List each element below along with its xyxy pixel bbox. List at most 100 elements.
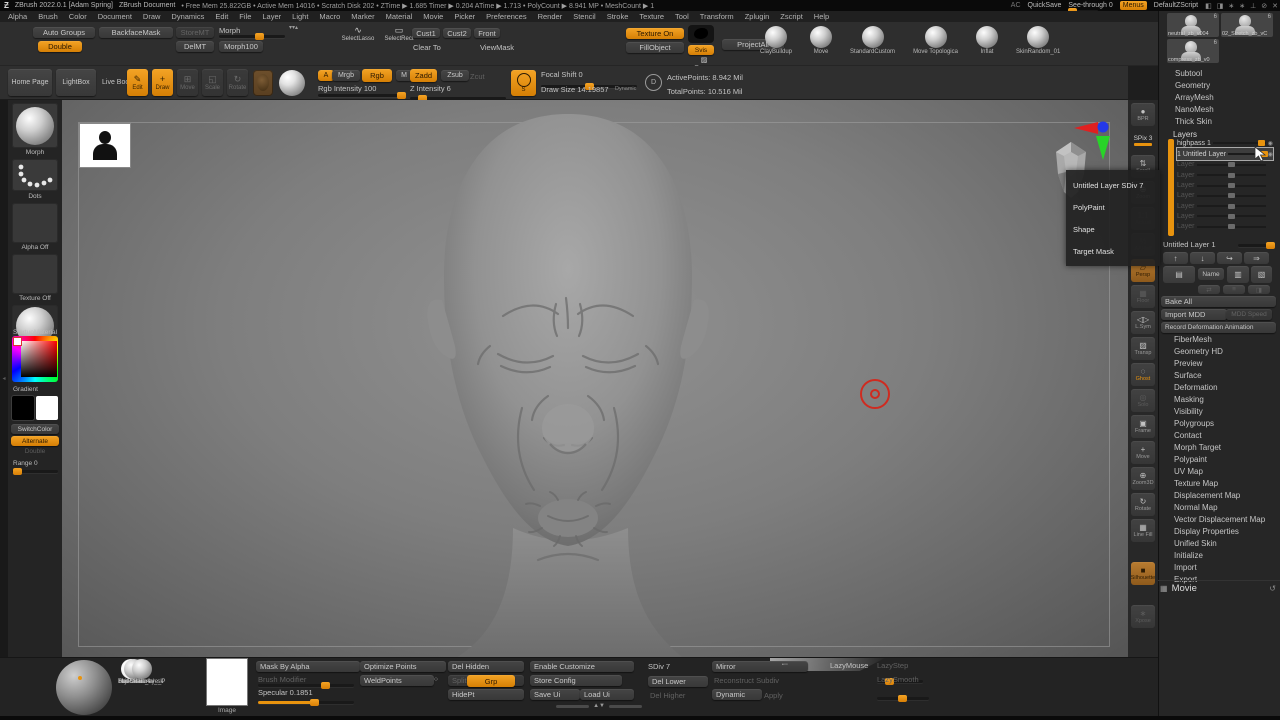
optimize-points-button[interactable]: Optimize Points bbox=[360, 661, 446, 672]
apply-button[interactable]: Apply bbox=[764, 691, 783, 700]
menu-item[interactable]: Movie bbox=[423, 12, 443, 21]
menu-item[interactable]: Dynamics bbox=[171, 12, 204, 21]
layer-intensity-slider[interactable] bbox=[1197, 226, 1266, 228]
del-hidden-button[interactable]: Del Hidden bbox=[448, 661, 524, 672]
enable-customize-button[interactable]: Enable Customize bbox=[530, 661, 634, 672]
morph-mini-toggles[interactable]: ▾▾▴ bbox=[289, 24, 298, 31]
switch-color-button[interactable]: SwitchColor bbox=[11, 424, 59, 434]
right-shelf-button[interactable]: ▣ Frame bbox=[1131, 415, 1155, 438]
morph-slider[interactable] bbox=[219, 35, 285, 38]
tray-divider-handle[interactable]: ▲▼ bbox=[556, 703, 642, 709]
window-icon[interactable]: ∗ bbox=[1239, 2, 1245, 10]
brush-thumbnail[interactable]: SkinRandom_01 bbox=[1016, 26, 1060, 55]
clear-to-button[interactable]: Clear To bbox=[413, 43, 441, 52]
palette-section[interactable]: Unified Skin bbox=[1158, 538, 1280, 550]
layer-tool-button[interactable]: ⇒ bbox=[1244, 252, 1269, 264]
menu-item[interactable]: Material bbox=[386, 12, 413, 21]
grp-button[interactable]: Grp bbox=[467, 675, 515, 687]
quicksave-button[interactable]: QuickSave bbox=[1028, 2, 1062, 9]
morph100-button[interactable]: Morph100 bbox=[219, 41, 263, 52]
palette-section[interactable]: Visibility bbox=[1158, 406, 1280, 418]
dynamic-mode-icon[interactable]: D bbox=[645, 74, 662, 91]
layer-intensity-slider[interactable] bbox=[1213, 142, 1266, 144]
right-shelf-button[interactable]: ↻ Rotate bbox=[1131, 493, 1155, 516]
bake-all-button[interactable]: Bake All bbox=[1161, 296, 1276, 307]
palette-section[interactable]: Displacement Map bbox=[1158, 490, 1280, 502]
del-higher-button[interactable]: Del Higher bbox=[650, 691, 685, 700]
view-mask-button[interactable]: ViewMask bbox=[480, 43, 514, 52]
gradient-toggle[interactable]: Gradient bbox=[8, 386, 62, 393]
window-icon[interactable]: ◧ bbox=[1205, 2, 1212, 10]
right-shelf-button[interactable]: ▨ Transp bbox=[1131, 337, 1155, 360]
material-thumbnail[interactable]: ToyPlastic_eye_P bbox=[118, 659, 165, 685]
palette-section[interactable]: Deformation bbox=[1158, 382, 1280, 394]
range-slider[interactable] bbox=[12, 470, 58, 473]
hidept-button[interactable]: HidePt bbox=[448, 689, 524, 700]
zsub-toggle[interactable]: Zsub bbox=[441, 70, 469, 81]
menu-item[interactable]: Zplugin bbox=[745, 12, 770, 21]
specular-slider[interactable] bbox=[258, 701, 354, 704]
menu-item[interactable]: Zscript bbox=[780, 12, 803, 21]
mode-button[interactable]: ⊞ Move bbox=[177, 69, 198, 96]
palette-section[interactable]: Geometry HD bbox=[1158, 346, 1280, 358]
layer-row[interactable]: Layer ◉ bbox=[1177, 211, 1273, 221]
rgb-intensity-slider[interactable] bbox=[318, 94, 404, 97]
brush-thumbnail[interactable]: Move Topologica bbox=[913, 26, 958, 55]
current-material-ball[interactable] bbox=[56, 660, 112, 715]
palette-section[interactable]: Contact bbox=[1158, 430, 1280, 442]
mdd-speed-slider[interactable]: MDD Speed bbox=[1226, 309, 1272, 320]
context-menu-item[interactable]: PolyPaint bbox=[1073, 203, 1160, 212]
home-page-button[interactable]: Home Page bbox=[8, 69, 52, 96]
mirror-axis-glyphs[interactable]: ▪▫▫ bbox=[782, 662, 788, 668]
window-icon[interactable]: ∗ bbox=[1228, 2, 1234, 10]
right-shelf-button[interactable]: ▦ Line Fill bbox=[1131, 519, 1155, 542]
layer-intensity-slider[interactable] bbox=[1197, 195, 1266, 197]
menu-item[interactable]: Layer bbox=[262, 12, 281, 21]
layer-row[interactable]: Layer ◉ bbox=[1177, 191, 1273, 201]
layer-intensity-slider[interactable] bbox=[1197, 164, 1266, 166]
import-mdd-button[interactable]: Import MDD bbox=[1161, 309, 1227, 320]
menu-item[interactable]: Edit bbox=[215, 12, 228, 21]
secondary-color-swatch[interactable] bbox=[36, 396, 58, 420]
main-color-swatch[interactable] bbox=[12, 396, 34, 420]
stroke-picker[interactable] bbox=[253, 70, 273, 96]
layer-tool-button[interactable]: ↓ bbox=[1190, 252, 1215, 264]
dynamic-button[interactable]: Dynamic bbox=[712, 689, 762, 700]
lazymouse-button[interactable]: LazyMouse bbox=[830, 661, 868, 670]
movie-refresh-icon[interactable]: ↺ bbox=[1269, 584, 1280, 593]
menu-item[interactable]: Tool bbox=[675, 12, 689, 21]
menu-item[interactable]: Help bbox=[814, 12, 829, 21]
tool-thumbnail[interactable]: 6 compress_zb_v0 bbox=[1167, 39, 1219, 63]
rgb-toggle[interactable]: Rgb bbox=[362, 69, 392, 82]
double-button[interactable]: Double bbox=[38, 41, 82, 52]
context-menu-item[interactable]: Target Mask bbox=[1073, 247, 1160, 256]
alpha-thumb[interactable] bbox=[12, 203, 58, 243]
movie-palette-header[interactable]: ▦ Movie ↺ bbox=[1158, 580, 1280, 596]
menu-item[interactable]: Color bbox=[69, 12, 87, 21]
menu-item[interactable]: Draw bbox=[143, 12, 161, 21]
draw-size-icon-button[interactable]: S bbox=[511, 70, 536, 96]
layer-intensity-slider[interactable] bbox=[1197, 174, 1266, 176]
layer-row[interactable]: Layer ◉ bbox=[1177, 201, 1273, 211]
palette-section[interactable]: Display Properties bbox=[1158, 526, 1280, 538]
stroke-thumb[interactable] bbox=[12, 159, 58, 191]
sculpt-head-model[interactable] bbox=[398, 108, 738, 657]
brush-thumbnail[interactable]: StandardCustom bbox=[850, 26, 895, 55]
palette-section[interactable]: Thick Skin bbox=[1159, 116, 1280, 128]
tool-thumbnail[interactable]: 6 02_Stretch_zb_vC bbox=[1221, 13, 1273, 37]
window-icon[interactable]: ⊥ bbox=[1250, 2, 1256, 10]
tool-thumbnail[interactable]: 6 neutral_zb_v004 bbox=[1167, 13, 1219, 37]
reconstruct-subdiv-button[interactable]: Reconstruct Subdiv bbox=[714, 676, 779, 685]
palette-section[interactable]: NanoMesh bbox=[1159, 104, 1280, 116]
layer-extra-button[interactable]: ◨ bbox=[1248, 285, 1270, 294]
menu-item[interactable]: Stencil bbox=[573, 12, 596, 21]
brush-thumbnail[interactable]: ClayBuildup bbox=[760, 26, 792, 55]
image-swatch[interactable] bbox=[207, 659, 247, 705]
mode-button[interactable]: ↻ Rotate bbox=[227, 69, 248, 96]
brush-thumbnail[interactable]: Inflat bbox=[976, 26, 998, 55]
right-shelf-button[interactable]: ● BPR bbox=[1131, 103, 1155, 126]
palette-section[interactable]: Preview bbox=[1158, 358, 1280, 370]
del-lower-button[interactable]: Del Lower bbox=[648, 676, 708, 687]
backface-mask-button[interactable]: BackfaceMask bbox=[99, 27, 173, 38]
layer-intensity-slider[interactable] bbox=[1197, 205, 1266, 207]
